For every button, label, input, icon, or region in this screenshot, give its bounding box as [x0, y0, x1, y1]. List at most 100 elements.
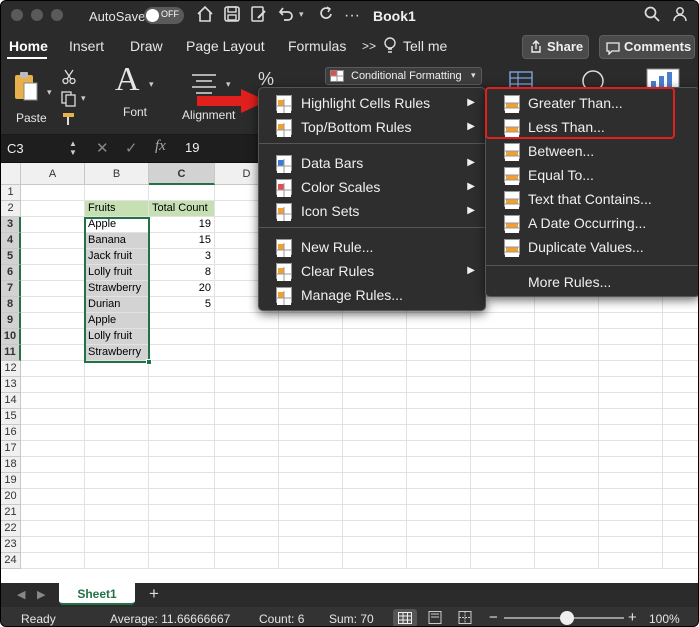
tab-draw[interactable]: Draw [130, 38, 163, 54]
account-icon[interactable] [669, 5, 691, 27]
minimize-window-button[interactable] [31, 9, 43, 21]
cell[interactable] [343, 393, 407, 409]
cell[interactable] [149, 393, 215, 409]
cell[interactable] [149, 457, 215, 473]
copy-dropdown-icon[interactable]: ▾ [81, 93, 86, 104]
cell-count[interactable]: 20 [149, 281, 215, 297]
row-header[interactable]: 4 [1, 233, 21, 249]
row-header[interactable]: 1 [1, 185, 21, 201]
cell[interactable] [471, 441, 535, 457]
cell[interactable] [215, 521, 279, 537]
cell[interactable] [663, 457, 698, 473]
cell[interactable] [407, 489, 471, 505]
cell[interactable] [663, 441, 698, 457]
cell[interactable] [215, 361, 279, 377]
conditional-formatting-button[interactable]: Conditional Formatting ▾ [325, 67, 482, 85]
confirm-entry-icon[interactable]: ✓ [125, 139, 138, 157]
paste-dropdown-icon[interactable]: ▾ [47, 87, 52, 98]
cell[interactable] [663, 393, 698, 409]
comments-button[interactable]: Comments [599, 35, 695, 59]
column-header-b[interactable]: B [85, 163, 149, 185]
zoom-out-button[interactable]: − [489, 609, 498, 626]
cell[interactable] [149, 313, 215, 329]
cell[interactable] [21, 505, 85, 521]
cell[interactable] [471, 345, 535, 361]
cell[interactable] [407, 537, 471, 553]
cell[interactable] [21, 185, 85, 201]
cell[interactable] [663, 345, 698, 361]
cell[interactable] [279, 409, 343, 425]
cell[interactable] [407, 505, 471, 521]
row-header[interactable]: 6 [1, 265, 21, 281]
cell[interactable] [343, 425, 407, 441]
cell[interactable] [215, 505, 279, 521]
zoom-slider-knob[interactable] [560, 611, 574, 625]
cell[interactable] [85, 473, 149, 489]
cell[interactable] [471, 313, 535, 329]
cell[interactable] [407, 329, 471, 345]
cell-fruit[interactable]: Apple [85, 217, 149, 233]
cell[interactable] [471, 361, 535, 377]
cell[interactable] [149, 441, 215, 457]
more-tabs-chevron-icon[interactable]: >> [362, 39, 376, 53]
cell[interactable] [85, 505, 149, 521]
select-all-corner[interactable] [1, 163, 21, 185]
row-header[interactable]: 12 [1, 361, 21, 377]
cell-fruit[interactable]: Banana [85, 233, 149, 249]
cell[interactable] [343, 377, 407, 393]
cell[interactable] [279, 489, 343, 505]
cell[interactable] [535, 409, 599, 425]
cell[interactable] [21, 393, 85, 409]
cell[interactable] [343, 345, 407, 361]
cell[interactable] [663, 489, 698, 505]
cell[interactable] [471, 393, 535, 409]
cell[interactable] [279, 537, 343, 553]
row-header[interactable]: 20 [1, 489, 21, 505]
row-header[interactable]: 15 [1, 409, 21, 425]
zoom-window-button[interactable] [51, 9, 63, 21]
row-header[interactable]: 3 [1, 217, 21, 233]
cell[interactable] [663, 377, 698, 393]
cell[interactable] [149, 521, 215, 537]
cell[interactable] [21, 457, 85, 473]
cell[interactable] [471, 457, 535, 473]
save-icon[interactable] [221, 5, 243, 27]
cell-header-total-count[interactable]: Total Count [149, 201, 215, 217]
edit-document-icon[interactable] [248, 5, 270, 27]
cell[interactable] [149, 489, 215, 505]
tab-home[interactable]: Home [9, 38, 48, 54]
cell[interactable] [21, 425, 85, 441]
cell[interactable] [535, 377, 599, 393]
cell-fruit[interactable]: Lolly fruit [85, 329, 149, 345]
cell[interactable] [215, 489, 279, 505]
cell[interactable] [149, 537, 215, 553]
menu-item-data-bars[interactable]: Data Bars ▶ [259, 151, 485, 175]
cell[interactable] [21, 489, 85, 505]
cell[interactable] [85, 489, 149, 505]
cell-count[interactable]: 5 [149, 297, 215, 313]
cell[interactable] [343, 537, 407, 553]
row-header[interactable]: 9 [1, 313, 21, 329]
cell[interactable] [599, 361, 663, 377]
cell[interactable] [343, 473, 407, 489]
cell-count[interactable]: 19 [149, 217, 215, 233]
cell[interactable] [85, 441, 149, 457]
cell-fruit[interactable]: Lolly fruit [85, 265, 149, 281]
cell[interactable] [599, 393, 663, 409]
cell[interactable] [215, 345, 279, 361]
cell[interactable] [343, 489, 407, 505]
cell-header-fruits[interactable]: Fruits [85, 201, 149, 217]
cell[interactable] [471, 553, 535, 569]
row-header[interactable]: 21 [1, 505, 21, 521]
row-header[interactable]: 19 [1, 473, 21, 489]
cell[interactable] [21, 521, 85, 537]
cell[interactable] [21, 329, 85, 345]
cell[interactable] [535, 505, 599, 521]
cell[interactable] [471, 425, 535, 441]
cell[interactable] [343, 457, 407, 473]
cell[interactable] [279, 521, 343, 537]
cell[interactable] [85, 553, 149, 569]
cell[interactable] [149, 329, 215, 345]
cell[interactable] [407, 345, 471, 361]
cell[interactable] [471, 505, 535, 521]
